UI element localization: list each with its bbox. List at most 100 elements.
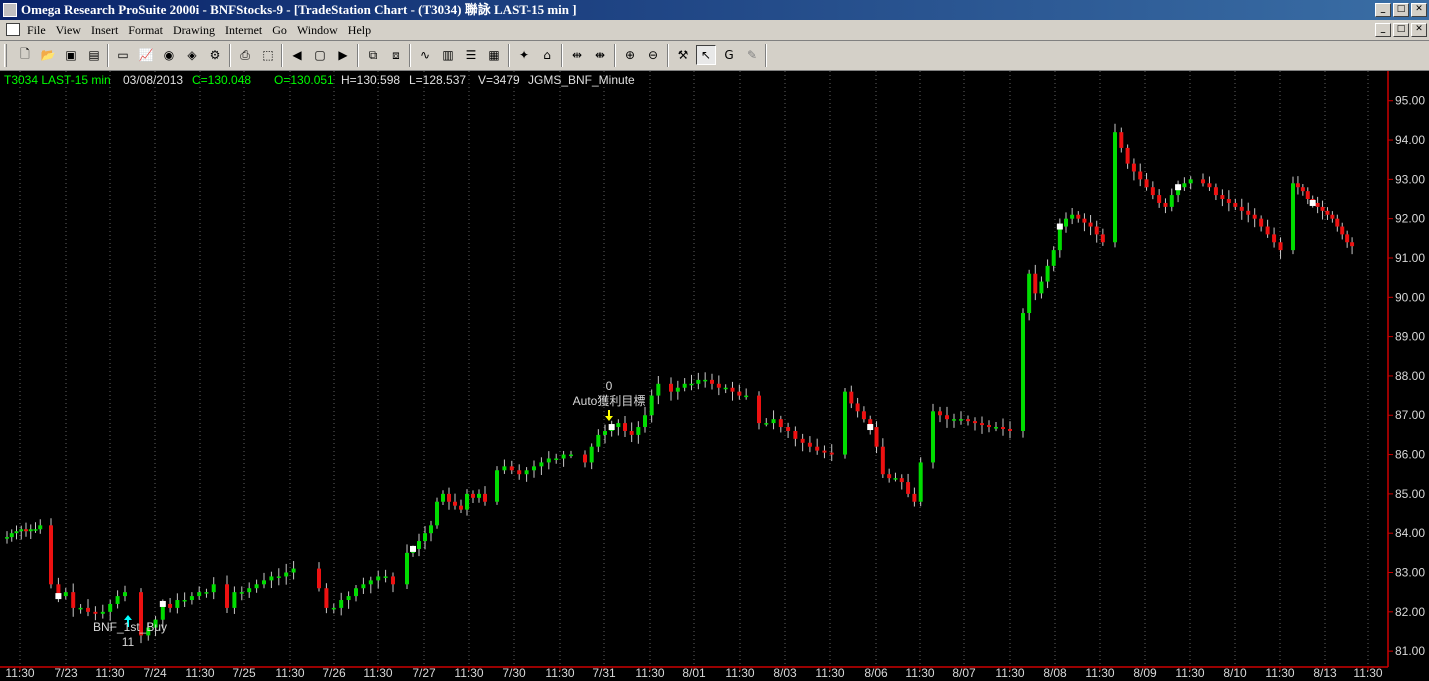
time-tick-label: 11:30 xyxy=(275,666,304,680)
symbol-label: T3034 LAST-15 min xyxy=(4,73,111,87)
candle-down xyxy=(483,493,487,502)
scroll-right-button[interactable]: ▶ xyxy=(333,45,353,65)
maximize-button[interactable]: □ xyxy=(1393,3,1409,17)
time-tick-label: 11:30 xyxy=(363,666,392,680)
zoom-out-button[interactable]: ⊖ xyxy=(643,45,663,65)
candle-down xyxy=(86,607,90,612)
toolbar-separator xyxy=(107,44,109,67)
zoom-bars-out-button[interactable]: ⇼ xyxy=(590,45,610,65)
doc-restore-button[interactable]: □ xyxy=(1393,23,1409,37)
candle-down xyxy=(1320,206,1325,211)
candle-down xyxy=(849,391,854,404)
menu-go[interactable]: Go xyxy=(272,20,293,40)
analysis-button[interactable]: ⌂ xyxy=(537,45,557,65)
toolbar-grip[interactable] xyxy=(4,44,7,67)
menu-format[interactable]: Format xyxy=(128,20,169,40)
candle-down xyxy=(1213,187,1218,196)
menu-file[interactable]: File xyxy=(27,20,52,40)
open-button[interactable]: 📂 xyxy=(38,45,58,65)
symbol-button[interactable]: ◈ xyxy=(182,45,202,65)
time-tick-label: 11:30 xyxy=(454,666,483,680)
properties-button[interactable]: ⬚ xyxy=(258,45,278,65)
pointer-button[interactable]: ↖ xyxy=(696,45,716,65)
doc-minimize-button[interactable]: _ xyxy=(1375,23,1391,37)
candle-up xyxy=(284,572,289,577)
price-tick-label: 95.00 xyxy=(1395,94,1425,108)
document-icon[interactable] xyxy=(6,23,20,36)
window-split-button[interactable]: ▥ xyxy=(438,45,458,65)
time-tick-label: 11:30 xyxy=(5,666,34,680)
toolbar-separator xyxy=(409,44,411,67)
candle-down xyxy=(786,427,791,431)
candle-up xyxy=(331,607,336,610)
candle-down xyxy=(583,454,587,463)
candle-down xyxy=(629,430,634,435)
candle-down xyxy=(980,423,984,426)
indicator-button[interactable]: ∿ xyxy=(415,45,435,65)
toolbar-separator xyxy=(229,44,231,67)
chart-canvas[interactable]: 95.00 94.00 93.00 92.00 91.00 90.00 89.00 88.00… xyxy=(0,71,1429,681)
candle-up xyxy=(354,588,358,597)
page-setup-button[interactable]: ▤ xyxy=(84,45,104,65)
strategy-button[interactable]: ✦ xyxy=(514,45,534,65)
candle-up xyxy=(9,533,14,538)
grid-icon: ▦ xyxy=(488,48,500,62)
scroll-left-button[interactable]: ◀ xyxy=(287,45,307,65)
menu-insert[interactable]: Insert xyxy=(91,20,124,40)
candle-down xyxy=(861,411,866,420)
window-button[interactable]: ▢ xyxy=(310,45,330,65)
target-annotation-label: Auto獲利目標 xyxy=(573,394,646,408)
candle-down xyxy=(829,452,834,455)
tools-button[interactable]: ⚒ xyxy=(673,45,693,65)
candle-up xyxy=(952,419,956,421)
candle-down xyxy=(778,419,783,428)
menu-window[interactable]: Window xyxy=(297,20,344,40)
insert-button[interactable]: ◉ xyxy=(159,45,179,65)
candle-up xyxy=(656,383,661,396)
price-chart[interactable]: 95.00 94.00 93.00 92.00 91.00 90.00 89.00 88.00… xyxy=(0,71,1429,681)
candle-up xyxy=(561,454,566,459)
candle-down xyxy=(1207,183,1212,188)
table-button[interactable]: ☰ xyxy=(461,45,481,65)
zoom-in-button[interactable]: ⊕ xyxy=(620,45,640,65)
candle-up xyxy=(554,458,559,460)
doc-close-button[interactable]: ✕ xyxy=(1411,23,1427,37)
candle-up xyxy=(19,529,24,532)
format-button[interactable]: ⚙ xyxy=(205,45,225,65)
candle-up xyxy=(276,576,281,578)
grid-button[interactable]: ▦ xyxy=(484,45,504,65)
drawing-button[interactable]: ✎ xyxy=(742,45,762,65)
menu-internet[interactable]: Internet xyxy=(225,20,268,40)
menu-drawing[interactable]: Drawing xyxy=(173,20,221,40)
save-all-button[interactable]: ▣ xyxy=(61,45,81,65)
page-setup-icon: ▤ xyxy=(88,48,100,62)
new-button[interactable]: 🗋 xyxy=(15,45,35,65)
menu-help[interactable]: Help xyxy=(348,20,377,40)
menu-view[interactable]: View xyxy=(56,20,87,40)
window-split-icon: ▥ xyxy=(442,48,454,62)
print-preview-button[interactable]: ▭ xyxy=(113,45,133,65)
candle-up xyxy=(477,493,481,498)
close-button[interactable]: ✕ xyxy=(1411,3,1427,17)
candle-down xyxy=(906,482,911,494)
candle-up xyxy=(1021,313,1025,431)
zoom-bars-in-button[interactable]: ⇹ xyxy=(567,45,587,65)
print-button[interactable]: ⎙ xyxy=(235,45,255,65)
toolbar-separator xyxy=(508,44,510,67)
candle-down xyxy=(93,611,98,614)
time-tick-label: 11:30 xyxy=(995,666,1024,680)
chart-button[interactable]: 📈 xyxy=(136,45,156,65)
global-button[interactable]: G xyxy=(719,45,739,65)
target-annotation-count: 0 xyxy=(606,379,613,393)
minimize-button[interactable]: _ xyxy=(1375,3,1391,17)
candle-down xyxy=(710,379,714,384)
candle-up xyxy=(931,411,935,463)
data-window-button[interactable]: ⧉ xyxy=(363,45,383,65)
candle-up xyxy=(33,529,38,531)
candle-up xyxy=(703,379,708,382)
candle-down xyxy=(966,419,970,422)
time-tick-label: 8/01 xyxy=(682,666,706,680)
toolbar-separator xyxy=(357,44,359,67)
candle-down xyxy=(1300,187,1305,192)
attach-button[interactable]: ⧈ xyxy=(386,45,406,65)
